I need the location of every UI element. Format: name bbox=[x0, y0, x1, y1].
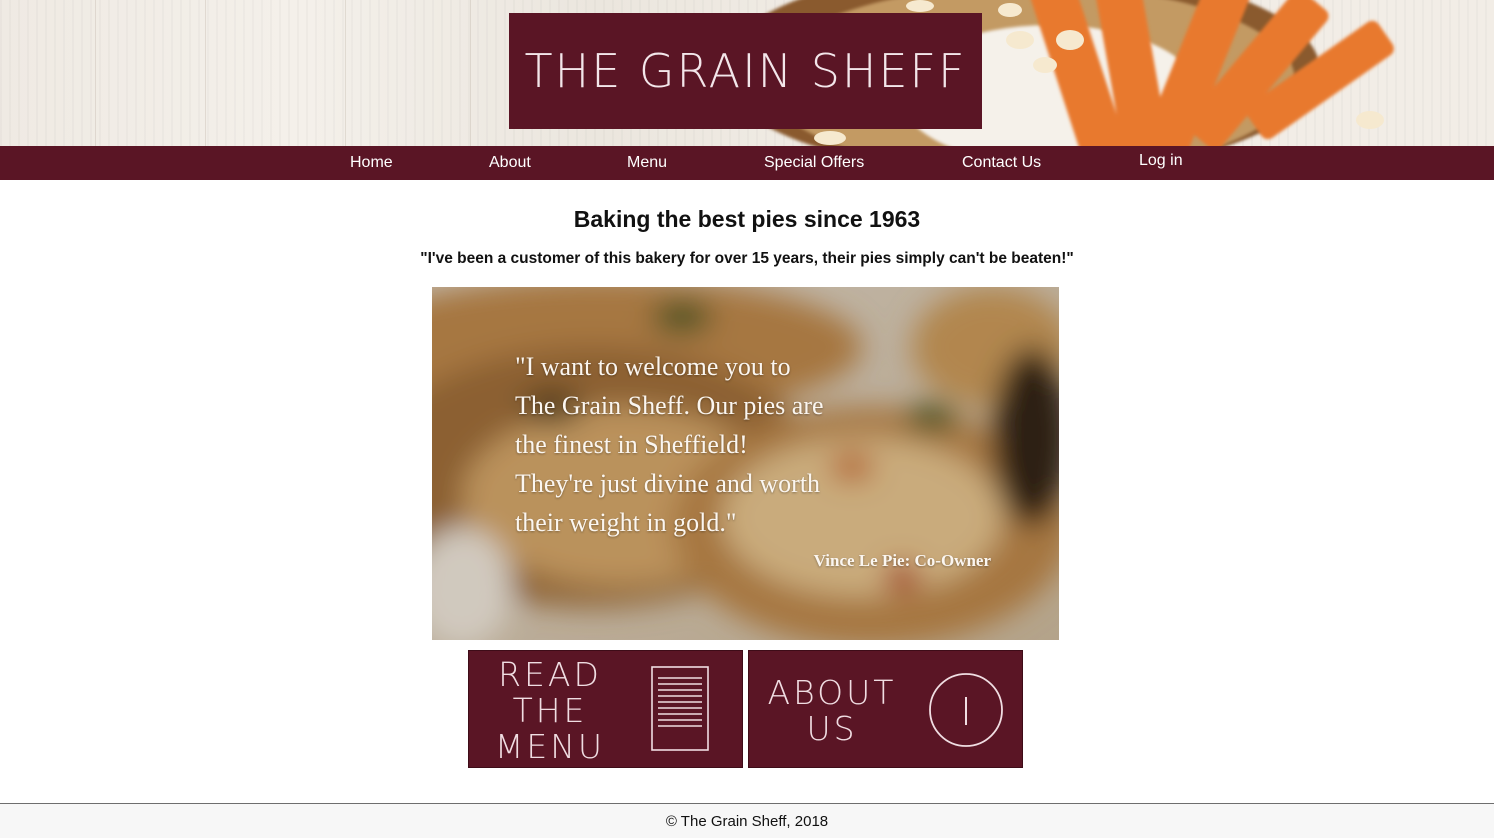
nav-login-link[interactable]: Log in bbox=[1139, 144, 1183, 178]
owner-quote: "I want to welcome you to The Grain Shef… bbox=[515, 347, 875, 542]
logo-text: The Grain Sheff bbox=[524, 44, 967, 98]
quote-line: They're just divine and worth bbox=[515, 469, 821, 498]
read-the-menu-label: Read the Menu bbox=[483, 657, 617, 765]
quote-line: The Grain Sheff. Our pies are bbox=[515, 391, 824, 420]
page-headline: Baking the best pies since 1963 bbox=[573, 206, 921, 232]
wood-plank-line bbox=[345, 0, 346, 146]
about-us-label: About Us bbox=[757, 675, 907, 747]
quote-line: their weight in gold." bbox=[515, 508, 737, 537]
wood-plank-line bbox=[95, 0, 96, 146]
info-icon bbox=[929, 673, 1003, 747]
copyright-text: © The Grain Sheff, 2018 bbox=[665, 813, 829, 830]
site-logo[interactable]: The Grain Sheff bbox=[509, 13, 982, 129]
customer-testimonial: "I've been a customer of this bakery for… bbox=[420, 250, 1074, 267]
quote-line: the finest in Sheffield! bbox=[515, 430, 748, 459]
tile-label-line: Us bbox=[806, 709, 858, 748]
tile-label-line: the bbox=[512, 691, 588, 730]
tile-label-line: Menu bbox=[494, 727, 606, 766]
nav-menu-link[interactable]: Menu bbox=[627, 146, 667, 180]
quote-author: Vince Le Pie: Co-Owner bbox=[813, 551, 991, 570]
tile-label-line: Read bbox=[498, 655, 602, 694]
page-footer: © The Grain Sheff, 2018 bbox=[0, 803, 1494, 838]
hero-quote-image: "I want to welcome you to The Grain Shef… bbox=[432, 287, 1059, 640]
wood-plank-line bbox=[205, 0, 206, 146]
main-navigation: Home About Menu Special Offers Contact U… bbox=[0, 146, 1494, 180]
wood-plank-line bbox=[470, 0, 471, 146]
tile-label-line: About bbox=[767, 673, 897, 712]
header-banner: The Grain Sheff bbox=[0, 0, 1494, 146]
nav-contact-us-link[interactable]: Contact Us bbox=[962, 146, 1041, 180]
nav-special-offers-link[interactable]: Special Offers bbox=[764, 146, 864, 180]
nav-about-link[interactable]: About bbox=[489, 146, 531, 180]
document-icon bbox=[651, 666, 709, 751]
read-the-menu-button[interactable]: Read the Menu bbox=[468, 650, 743, 768]
quote-line: "I want to welcome you to bbox=[515, 352, 791, 381]
about-us-button[interactable]: About Us bbox=[748, 650, 1023, 768]
nav-home-link[interactable]: Home bbox=[350, 146, 393, 180]
